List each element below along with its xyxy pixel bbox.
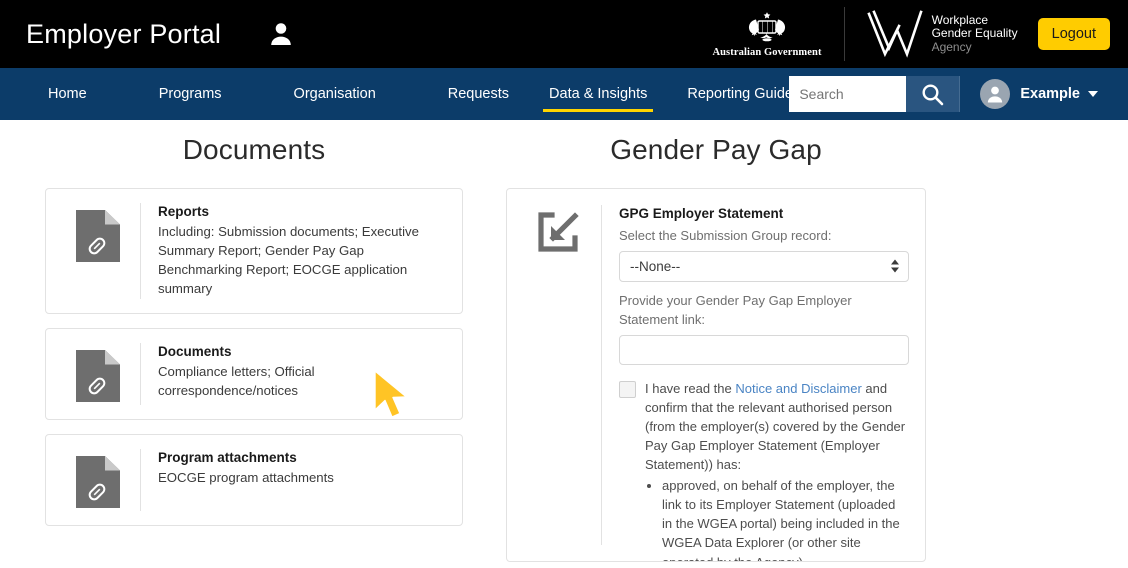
main-navigation-bar: Home Programs Organisation Requests Data… bbox=[0, 68, 1128, 120]
gpg-card-title: GPG Employer Statement bbox=[619, 206, 784, 221]
document-attachment-icon bbox=[56, 343, 140, 405]
nav-item-home[interactable]: Home bbox=[46, 80, 89, 108]
person-icon bbox=[269, 21, 293, 47]
card-body: Documents Compliance letters; Official c… bbox=[158, 343, 448, 405]
australian-government-logo: Australian Government bbox=[694, 7, 845, 61]
import-arrow-icon bbox=[517, 205, 601, 545]
card-body: Reports Including: Submission documents;… bbox=[158, 203, 448, 299]
user-menu[interactable]: Example bbox=[980, 79, 1098, 109]
spinner-down-icon bbox=[891, 267, 899, 273]
card-title: Reports bbox=[158, 204, 210, 219]
logout-button[interactable]: Logout bbox=[1037, 18, 1110, 50]
nav-right-group: Example bbox=[789, 68, 1128, 120]
australian-government-label: Australian Government bbox=[712, 46, 822, 58]
list-item: approved, on behalf of the employer, the… bbox=[662, 476, 909, 561]
wgea-wordmark: Workplace Gender Equality Agency bbox=[931, 12, 1018, 54]
submission-group-selected-value: --None-- bbox=[630, 258, 681, 274]
top-header-bar: Employer Portal Australian Government Wo… bbox=[0, 0, 1128, 68]
card-divider bbox=[601, 205, 602, 545]
nav-item-list: Home Programs Organisation Requests Data… bbox=[46, 68, 863, 120]
submission-group-label: Select the Submission Group record: bbox=[619, 228, 832, 243]
nav-item-reporting-guide[interactable]: Reporting Guide bbox=[685, 80, 795, 108]
page-title: Employer Portal bbox=[26, 18, 222, 49]
card-divider bbox=[140, 448, 141, 511]
consent-bullet-list: approved, on behalf of the employer, the… bbox=[662, 476, 909, 561]
document-attachment-icon bbox=[56, 449, 140, 511]
wgea-logo: Workplace Gender Equality Agency bbox=[845, 8, 1018, 60]
card-body: Program attachments EOCGE program attach… bbox=[158, 449, 448, 511]
user-name-label: Example bbox=[1020, 86, 1080, 102]
nav-item-organisation[interactable]: Organisation bbox=[292, 80, 378, 108]
gpg-form: GPG Employer Statement Select the Submis… bbox=[619, 205, 909, 561]
wgea-line-2: Gender Equality bbox=[931, 26, 1018, 41]
gpg-employer-statement-card: GPG Employer Statement Select the Submis… bbox=[506, 188, 926, 562]
spinner-arrows-icon bbox=[891, 259, 899, 273]
chevron-down-icon bbox=[1088, 91, 1098, 97]
card-description: EOCGE program attachments bbox=[158, 469, 334, 485]
gender-pay-gap-column: Gender Pay Gap GPG Employer Statement Se… bbox=[506, 134, 926, 562]
documents-heading: Documents bbox=[182, 134, 326, 165]
consent-checkbox[interactable] bbox=[619, 380, 636, 398]
documents-card-documents[interactable]: Documents Compliance letters; Official c… bbox=[45, 327, 463, 420]
documents-card-program-attachments[interactable]: Program attachments EOCGE program attach… bbox=[45, 433, 463, 526]
submission-group-select[interactable]: --None-- bbox=[619, 250, 909, 282]
notice-and-disclaimer-link[interactable]: Notice and Disclaimer bbox=[735, 381, 861, 396]
search-group bbox=[789, 68, 961, 120]
search-button[interactable] bbox=[906, 76, 961, 112]
search-input[interactable] bbox=[789, 76, 907, 112]
documents-card-reports[interactable]: Reports Including: Submission documents;… bbox=[45, 188, 463, 314]
statement-link-label: Provide your Gender Pay Gap Employer Sta… bbox=[619, 292, 852, 327]
card-divider bbox=[140, 342, 141, 405]
nav-item-requests[interactable]: Requests bbox=[446, 80, 511, 108]
statement-link-input[interactable] bbox=[619, 334, 909, 365]
nav-item-data-and-insights[interactable]: Data & Insights bbox=[543, 80, 654, 112]
search-icon bbox=[922, 83, 944, 105]
nav-item-programs[interactable]: Programs bbox=[157, 80, 224, 108]
card-description: Compliance letters; Official corresponde… bbox=[158, 363, 315, 398]
main-content: Documents Reports Including: Submission … bbox=[0, 120, 1128, 562]
card-title: Program attachments bbox=[158, 449, 297, 465]
card-divider bbox=[140, 203, 141, 299]
avatar-person-icon bbox=[988, 86, 1003, 103]
wgea-line-1: Workplace bbox=[931, 12, 989, 27]
documents-column: Documents Reports Including: Submission … bbox=[45, 134, 463, 562]
gender-pay-gap-heading: Gender Pay Gap bbox=[610, 134, 822, 165]
consent-row: I have read the Notice and Disclaimer an… bbox=[619, 379, 909, 561]
consent-prefix: I have read the bbox=[645, 380, 736, 396]
card-description: Including: Submission documents; Executi… bbox=[158, 224, 419, 297]
document-attachment-icon bbox=[56, 203, 140, 299]
header-right-group: Australian Government Workplace Gender E… bbox=[694, 0, 1128, 68]
spinner-up-icon bbox=[891, 259, 899, 265]
consent-text: I have read the Notice and Disclaimer an… bbox=[645, 379, 909, 561]
wgea-line-3: Agency bbox=[931, 39, 972, 54]
avatar bbox=[980, 79, 1011, 109]
card-title: Documents bbox=[158, 343, 232, 359]
